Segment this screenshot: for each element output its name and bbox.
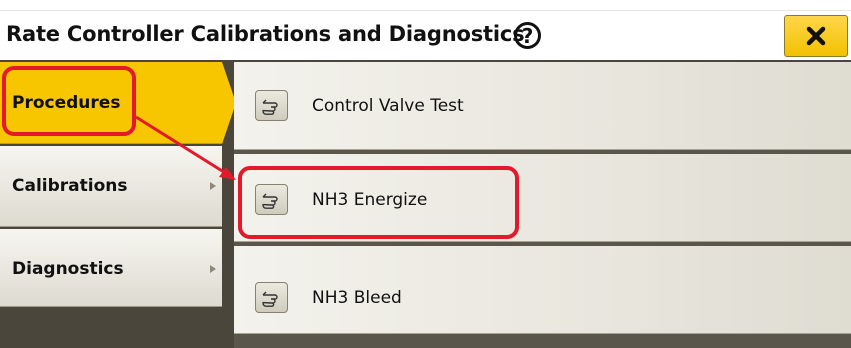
close-button[interactable] bbox=[784, 15, 848, 57]
sidebar-item-calibrations[interactable]: Calibrations bbox=[0, 146, 222, 227]
pointing-hand-icon bbox=[261, 291, 278, 307]
list-item-label: NH3 Energize bbox=[312, 190, 428, 210]
sidebar: Procedures Calibrations Diagnostics bbox=[0, 60, 236, 348]
sidebar-item-label: Calibrations bbox=[12, 176, 128, 196]
list-item-nh3-energize[interactable]: NH3 Energize bbox=[234, 154, 851, 242]
chevron-right-icon bbox=[210, 182, 216, 190]
page-title: Rate Controller Calibrations and Diagnos… bbox=[6, 22, 525, 46]
list-item-label: Control Valve Test bbox=[312, 96, 464, 116]
header-bar: Rate Controller Calibrations and Diagnos… bbox=[0, 0, 851, 62]
pointing-hand-icon bbox=[261, 193, 278, 209]
sidebar-item-diagnostics[interactable]: Diagnostics bbox=[0, 229, 222, 307]
pointing-hand-button[interactable] bbox=[255, 184, 288, 215]
list-item-label: NH3 Bleed bbox=[312, 288, 402, 308]
pointing-hand-button[interactable] bbox=[255, 90, 288, 121]
sidebar-item-label: Diagnostics bbox=[12, 259, 124, 279]
list-item-nh3-bleed[interactable]: NH3 Bleed bbox=[234, 246, 851, 334]
chevron-right-icon bbox=[210, 265, 216, 273]
list-item-control-valve-test[interactable]: Control Valve Test bbox=[234, 62, 851, 150]
procedures-list: Control Valve Test NH3 Energize NH3 Blee… bbox=[234, 62, 851, 348]
pointing-hand-button[interactable] bbox=[255, 282, 288, 313]
pointing-hand-icon bbox=[261, 99, 278, 115]
close-x-icon bbox=[806, 26, 826, 46]
help-icon[interactable]: ? bbox=[514, 22, 541, 49]
header-rule bbox=[0, 10, 851, 11]
sidebar-item-procedures[interactable]: Procedures bbox=[0, 62, 236, 144]
sidebar-item-label: Procedures bbox=[12, 93, 121, 113]
